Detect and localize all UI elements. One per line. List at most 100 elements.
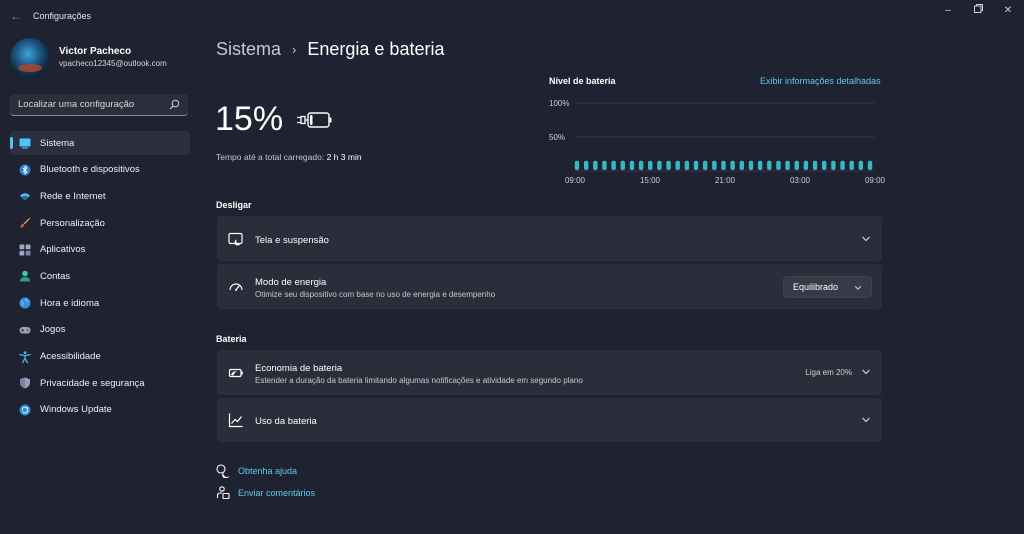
breadcrumb-parent[interactable]: Sistema [216, 39, 281, 60]
search-icon[interactable] [169, 99, 180, 110]
chart-bar [574, 160, 580, 170]
close-icon[interactable]: ✕ [998, 4, 1018, 18]
chart-x-tick-label: 09:00 [565, 176, 586, 185]
card-economia-bateria[interactable]: Economia de bateria Estender a duração d… [217, 350, 882, 395]
chart-bar [822, 160, 827, 170]
sidebar-item-hora[interactable]: Hora e idioma [10, 291, 190, 315]
chart-bar [785, 160, 790, 170]
chart-bar [638, 160, 644, 170]
send-feedback-label: Enviar comentários [238, 488, 316, 498]
detailed-info-link[interactable]: Exibir informações detalhadas [760, 76, 881, 86]
sidebar-item-windows-update[interactable]: Windows Update [10, 398, 190, 422]
shield-icon [20, 377, 30, 389]
avatar[interactable] [10, 38, 50, 78]
chart-bar [702, 160, 708, 170]
chart-y-tick-label: 100% [549, 99, 569, 108]
charge-time: Tempo até a total carregado: 2 h 3 min [216, 152, 362, 162]
chevron-down-icon[interactable] [861, 415, 871, 425]
gamepad-icon [19, 326, 31, 334]
chart-x-tick-label: 15:00 [640, 176, 661, 185]
screen-sleep-icon [228, 232, 243, 246]
chart-bar [666, 160, 671, 170]
chart-line-icon [228, 413, 243, 428]
sidebar-item-personalizacao[interactable]: Personalização [10, 211, 190, 235]
battery-charging-icon [297, 112, 332, 128]
chart-bar [593, 160, 598, 170]
sidebar-item-sistema[interactable]: Sistema [10, 131, 190, 155]
get-help-link[interactable]: Obtenha ajuda [216, 464, 297, 478]
back-arrow-icon[interactable]: ← [10, 9, 24, 23]
card-title: Uso da bateria [255, 416, 317, 427]
search-input[interactable]: Localizar uma configuração [10, 94, 188, 116]
sidebar-nav: Sistema Bluetooth e dispositivos Rede e … [10, 131, 190, 425]
send-feedback-link[interactable]: Enviar comentários [216, 486, 315, 500]
sidebar-item-label: Windows Update [40, 404, 112, 416]
chart-bar [693, 160, 699, 170]
chevron-down-icon[interactable] [861, 234, 871, 244]
card-subtitle: Estender a duração da bateria limitando … [255, 376, 583, 385]
charge-time-value: 2 h 3 min [326, 152, 362, 162]
apps-icon [19, 244, 31, 256]
sidebar-item-contas[interactable]: Contas [10, 264, 190, 288]
dropdown-value: Equilibrado [793, 282, 839, 292]
restore-icon[interactable] [968, 4, 988, 18]
update-icon [19, 404, 31, 416]
chart-bar [657, 160, 662, 170]
section-label-desligar: Desligar [216, 200, 252, 210]
chevron-down-icon[interactable] [861, 367, 871, 377]
chart-bar [831, 160, 836, 170]
charge-time-label: Tempo até a total carregado: [216, 152, 325, 162]
wifi-icon [20, 193, 30, 201]
chart-bar [812, 160, 818, 170]
chart-bar [721, 160, 726, 170]
chart-bar [776, 160, 781, 170]
sidebar-item-label: Aplicativos [40, 244, 86, 256]
sidebar-item-privacidade[interactable]: Privacidade e segurança [10, 371, 190, 395]
chart-bar [712, 160, 717, 170]
monitor-icon [19, 138, 31, 149]
chart-bar [794, 160, 799, 170]
sidebar-item-label: Sistema [40, 137, 75, 149]
card-subtitle: Otimize seu dispositivo com base no uso … [255, 290, 496, 299]
person-icon [20, 271, 30, 282]
card-title: Tela e suspensão [255, 235, 329, 246]
chart-bar [675, 160, 680, 170]
sidebar-item-label: Acessibilidade [40, 351, 101, 362]
sidebar-item-bluetooth[interactable]: Bluetooth e dispositivos [10, 158, 190, 182]
power-mode-dropdown[interactable]: Equilibrado [783, 276, 872, 298]
card-uso-bateria[interactable]: Uso da bateria [217, 398, 882, 442]
globe-clock-icon [19, 297, 31, 309]
chart-bar [583, 160, 589, 170]
sidebar-item-aplicativos[interactable]: Aplicativos [10, 238, 190, 262]
breadcrumb-separator: › [292, 42, 297, 57]
user-name: Victor Pacheco [59, 46, 132, 57]
card-modo-energia: Modo de energia Otimize seu dispositivo … [217, 264, 882, 309]
chart-bar [849, 160, 854, 170]
sidebar-item-acessibilidade[interactable]: Acessibilidade [10, 345, 190, 369]
battery-percent: 15% [215, 100, 284, 138]
bluetooth-icon [19, 164, 31, 176]
chart-bar [748, 160, 754, 170]
minimize-icon[interactable]: – [938, 4, 958, 18]
sidebar-item-rede[interactable]: Rede e Internet [10, 184, 190, 208]
chart-bar [840, 160, 845, 170]
section-label-bateria: Bateria [216, 334, 247, 344]
card-title: Modo de energia [255, 277, 327, 288]
chart-bar [611, 160, 616, 170]
chart-bar [757, 160, 763, 170]
sidebar-item-label: Rede e Internet [40, 190, 106, 202]
sidebar-item-label: Privacidade e segurança [40, 377, 145, 389]
user-email: vpacheco12345@outlook.com [59, 59, 167, 68]
sidebar-item-label: Hora e idioma [40, 297, 100, 309]
chart-bar [684, 160, 690, 170]
chart-x-tick-label: 09:00 [865, 176, 885, 185]
brush-icon [20, 217, 31, 229]
chart-bar [629, 160, 635, 170]
card-tela-suspensao[interactable]: Tela e suspensão [217, 216, 882, 261]
chart-x-tick-label: 21:00 [715, 176, 736, 185]
sidebar-item-label: Jogos [40, 324, 66, 336]
chart-bar [867, 160, 873, 170]
battery-saver-icon [228, 368, 243, 378]
sidebar-item-jogos[interactable]: Jogos [10, 318, 190, 342]
sidebar-item-label: Personalização [40, 217, 105, 229]
